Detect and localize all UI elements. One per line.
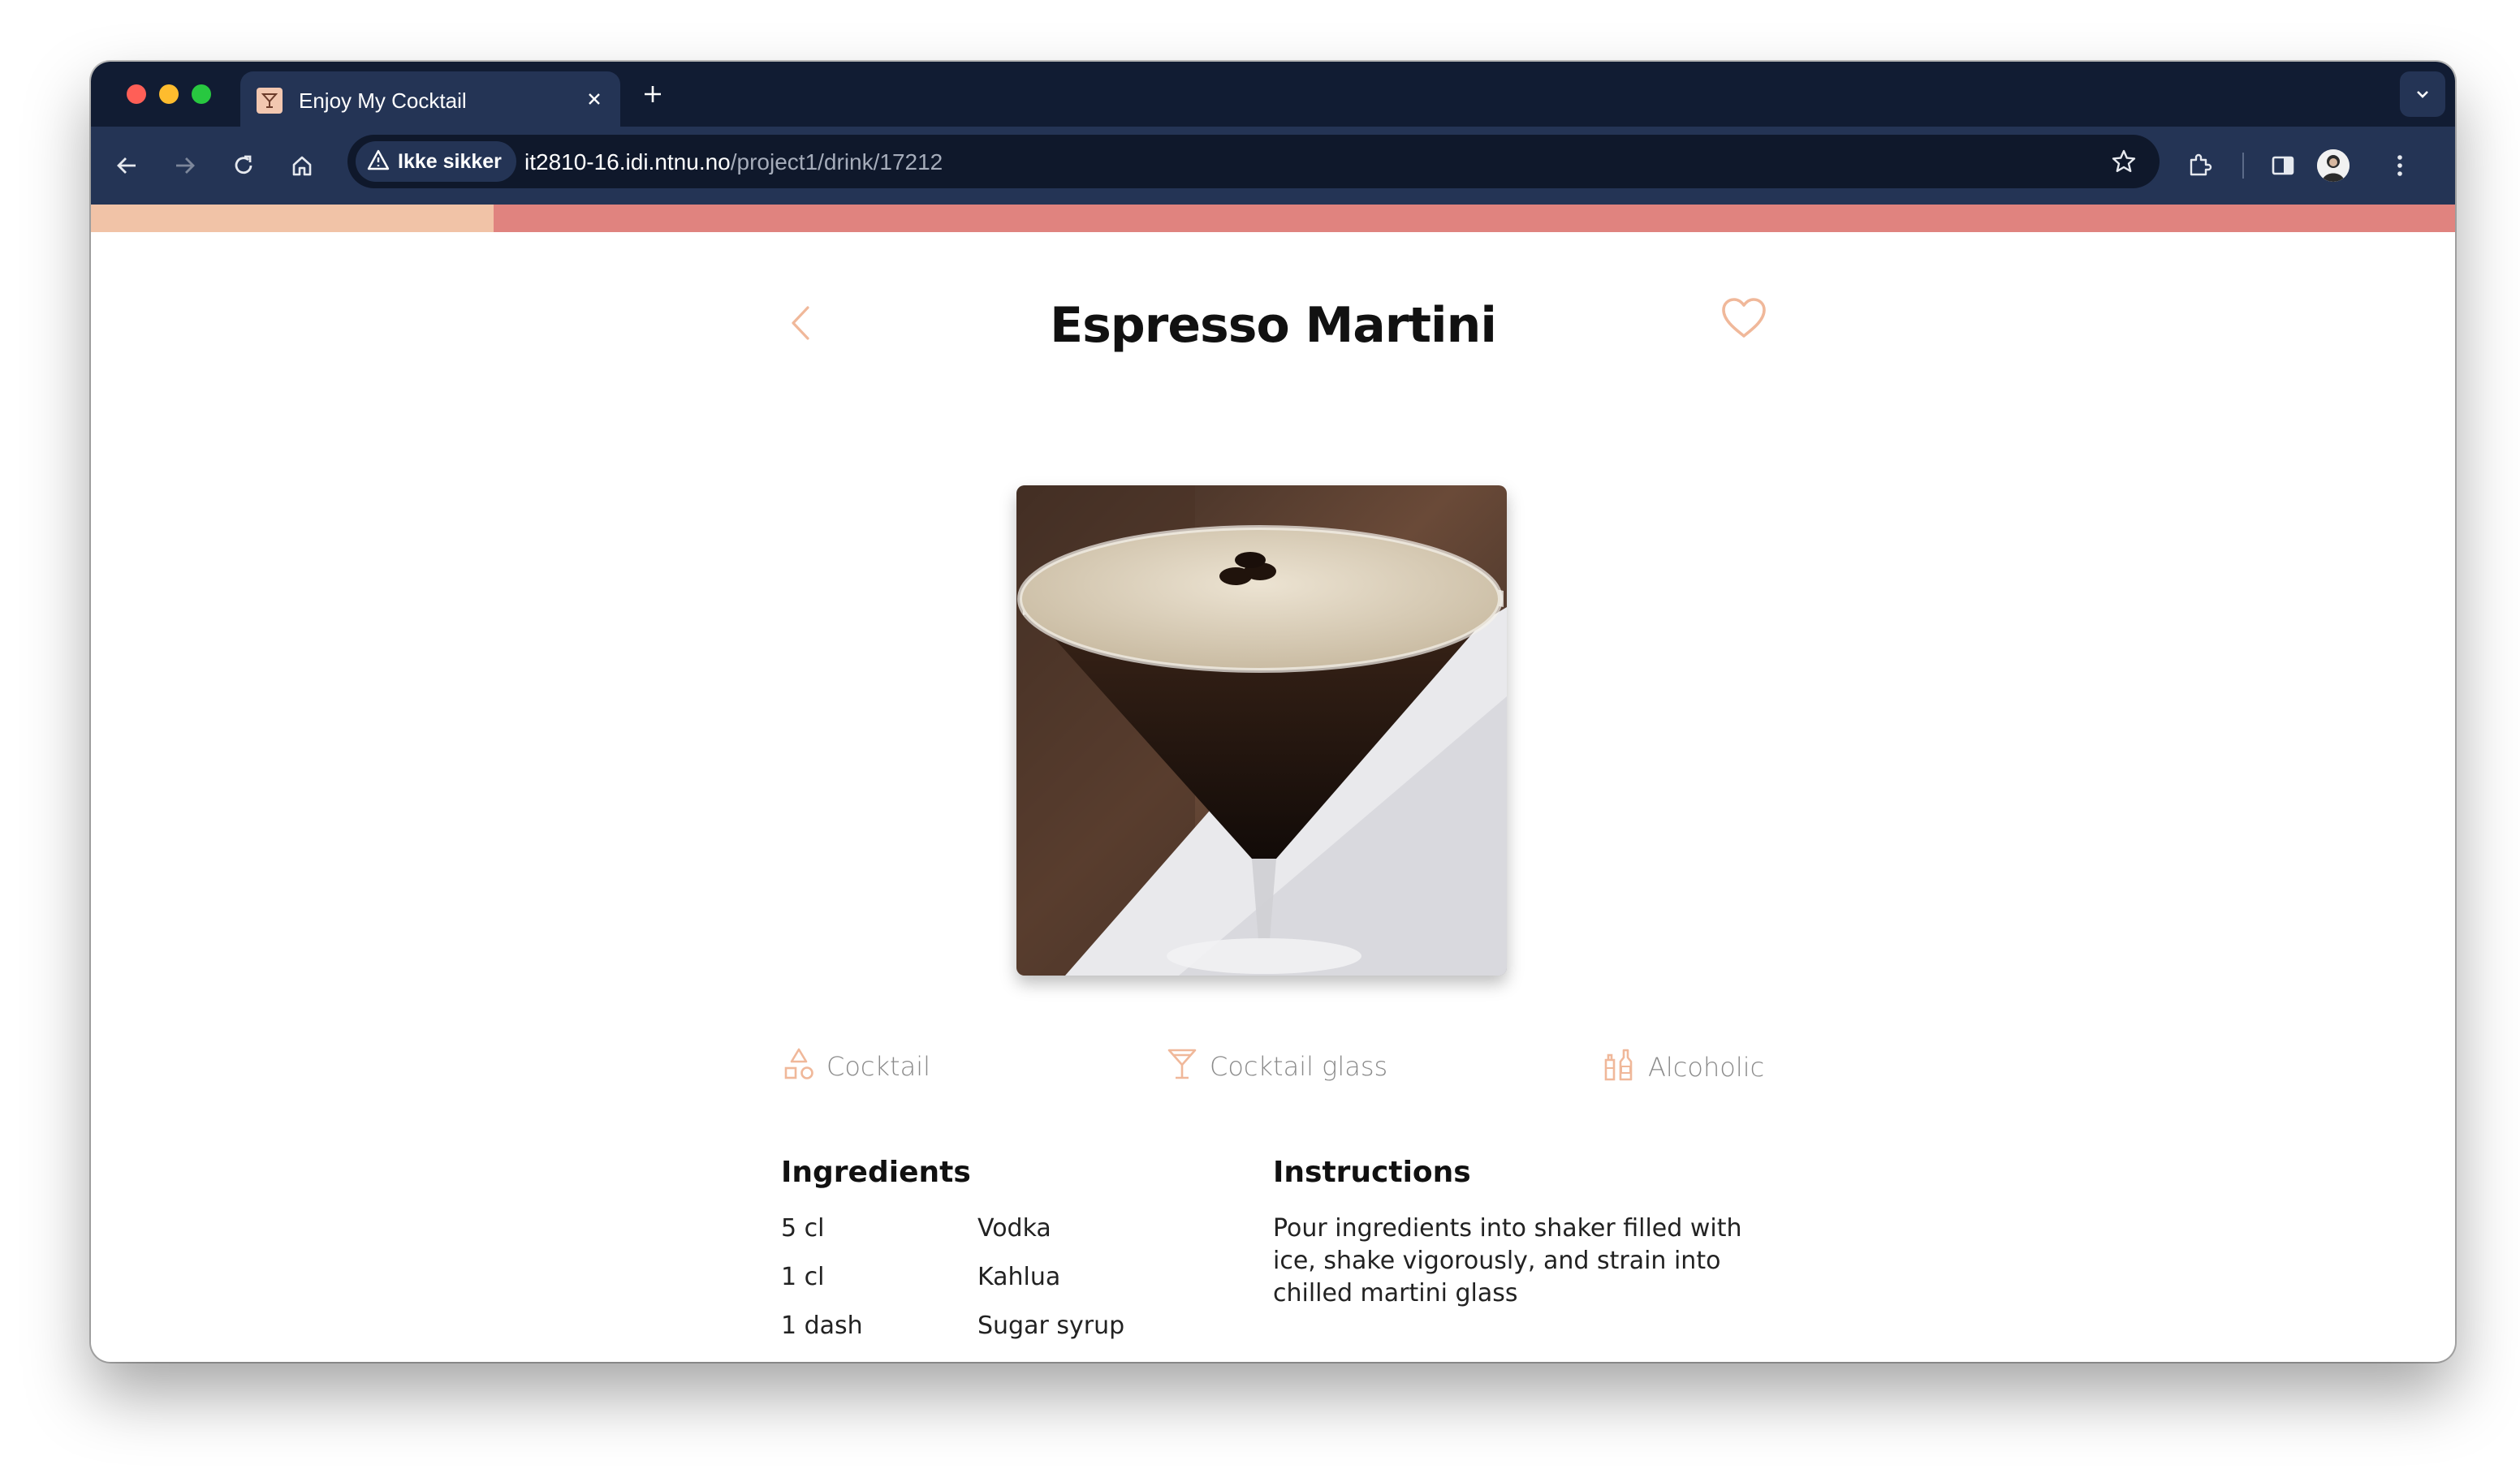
warning-icon bbox=[367, 149, 390, 174]
maximize-window-button[interactable] bbox=[192, 84, 211, 104]
ingredient-row: 5 cl Vodka bbox=[781, 1214, 1203, 1253]
close-window-button[interactable] bbox=[127, 84, 146, 104]
profile-avatar[interactable] bbox=[2317, 149, 2350, 182]
category-meta: Cocktail bbox=[783, 1047, 930, 1085]
tab-strip: Enjoy My Cocktail bbox=[91, 62, 2455, 127]
shapes-icon bbox=[783, 1047, 815, 1085]
browser-toolbar: Ikke sikker it2810-16.idi.ntnu.no/projec… bbox=[91, 127, 2455, 205]
side-panel-icon[interactable] bbox=[2262, 144, 2304, 187]
toolbar-divider bbox=[2242, 153, 2244, 179]
close-icon[interactable] bbox=[578, 83, 611, 115]
alcoholic-meta: Alcoholic bbox=[1601, 1047, 1764, 1087]
ingredients-title: Ingredients bbox=[781, 1156, 971, 1189]
minimize-window-button[interactable] bbox=[159, 84, 179, 104]
browser-tab[interactable]: Enjoy My Cocktail bbox=[240, 71, 620, 127]
ingredient-measure: 1 dash bbox=[781, 1312, 863, 1340]
url-host: it2810-16.idi.ntnu.no bbox=[524, 149, 731, 174]
page-header-accent bbox=[91, 205, 494, 232]
browser-window: Enjoy My Cocktail Ikke sikker it2810-16.… bbox=[91, 62, 2455, 1362]
ingredient-name: Sugar syrup bbox=[977, 1312, 1125, 1340]
home-icon[interactable] bbox=[281, 144, 323, 187]
security-label: Ikke sikker bbox=[398, 149, 502, 173]
ingredient-name: Kahlua bbox=[977, 1263, 1061, 1291]
back-icon[interactable] bbox=[106, 144, 148, 187]
forward-icon[interactable] bbox=[164, 144, 206, 187]
tab-search-icon[interactable] bbox=[2400, 71, 2445, 117]
martini-glass-icon bbox=[1166, 1047, 1198, 1085]
ingredient-measure: 1 cl bbox=[781, 1263, 825, 1291]
instructions-title: Instructions bbox=[1273, 1156, 1471, 1189]
bottles-icon bbox=[1601, 1047, 1637, 1087]
page-header-band bbox=[91, 205, 2455, 232]
ingredient-row: 1 dash Sugar syrup bbox=[781, 1312, 1203, 1351]
drink-photo bbox=[1016, 485, 1507, 976]
drink-glass: Cocktail glass bbox=[1210, 1050, 1388, 1082]
instructions-text: Pour ingredients into shaker filled with… bbox=[1273, 1214, 1742, 1307]
ingredient-name: Vodka bbox=[977, 1214, 1051, 1243]
glass-meta: Cocktail glass bbox=[1166, 1047, 1387, 1085]
ingredient-row: 1 cl Kahlua bbox=[781, 1263, 1203, 1302]
reload-icon[interactable] bbox=[222, 144, 265, 187]
chevron-left-icon[interactable] bbox=[776, 299, 825, 347]
url-path: /project1/drink/17212 bbox=[730, 149, 943, 174]
cocktail-favicon-icon bbox=[257, 88, 283, 114]
ingredient-measure: 5 cl bbox=[781, 1214, 825, 1243]
security-chip[interactable]: Ikke sikker bbox=[356, 141, 516, 182]
drink-alcoholic: Alcoholic bbox=[1648, 1051, 1765, 1083]
tab-title: Enjoy My Cocktail bbox=[299, 88, 467, 113]
extensions-icon[interactable] bbox=[2179, 144, 2221, 187]
heart-icon[interactable] bbox=[1718, 292, 1770, 344]
plus-icon[interactable] bbox=[636, 78, 669, 110]
url-text[interactable]: it2810-16.idi.ntnu.no/project1/drink/172… bbox=[524, 149, 943, 176]
drink-title: Espresso Martini bbox=[1050, 297, 1497, 354]
drink-detail-page: Espresso Martini Cocktail Cocktail glass… bbox=[91, 232, 2455, 1362]
star-icon[interactable] bbox=[2108, 145, 2140, 178]
address-bar[interactable]: Ikke sikker it2810-16.idi.ntnu.no/projec… bbox=[347, 135, 2160, 188]
menu-icon[interactable] bbox=[2379, 144, 2421, 187]
drink-category: Cocktail bbox=[826, 1050, 930, 1082]
